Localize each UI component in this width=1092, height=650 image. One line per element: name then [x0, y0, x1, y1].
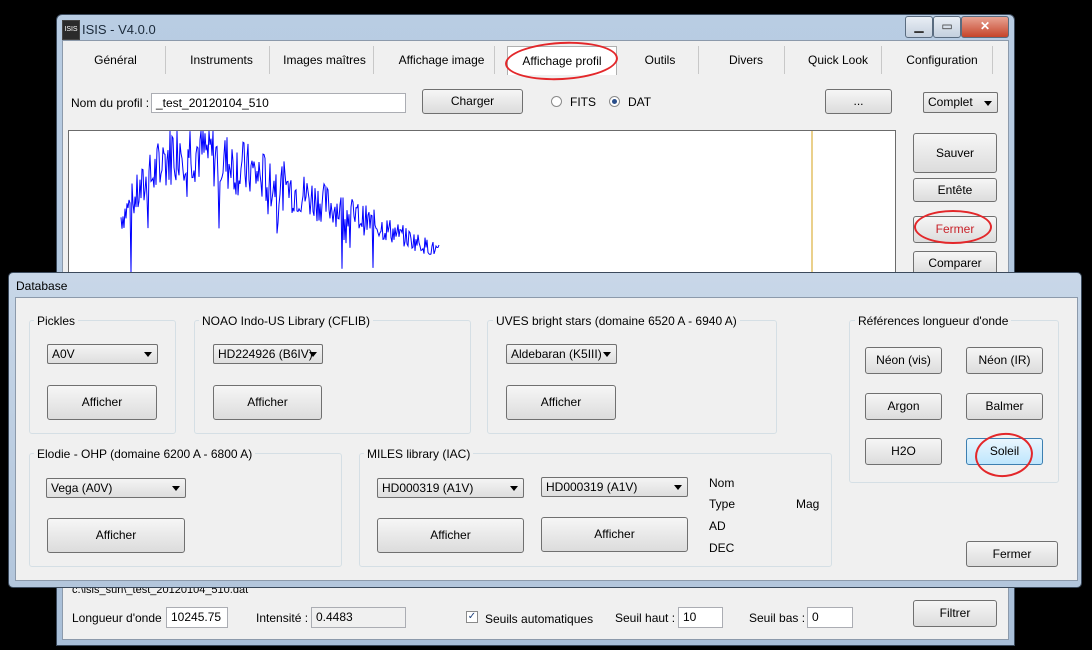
miles-info-name: Nom: [709, 476, 735, 490]
database-close-button[interactable]: Fermer: [966, 541, 1058, 567]
chevron-down-icon: [674, 485, 682, 490]
minimize-button[interactable]: ▁: [905, 16, 933, 38]
low-threshold-label: Seuil bas :: [749, 611, 806, 625]
dat-radio[interactable]: [609, 96, 620, 107]
high-threshold-label: Seuil haut :: [615, 611, 676, 625]
profile-name-label: Nom du profil :: [71, 96, 150, 110]
chevron-down-icon: [510, 486, 518, 491]
high-threshold-field[interactable]: 10: [678, 607, 723, 628]
wavelength-label: Longueur d'onde :: [72, 611, 169, 625]
database-title: Database: [16, 279, 68, 293]
chevron-down-icon: [984, 100, 992, 106]
neon-vis-button[interactable]: Néon (vis): [865, 347, 942, 374]
noao-show-button[interactable]: Afficher: [213, 385, 322, 420]
load-button[interactable]: Charger: [422, 89, 523, 114]
tab-instruments[interactable]: Instruments: [174, 46, 270, 74]
wavelength-refs-title: Références longueur d'onde: [855, 314, 1012, 328]
pickles-select-value: A0V: [52, 347, 75, 361]
low-threshold-field[interactable]: 0: [807, 607, 853, 628]
argon-button[interactable]: Argon: [865, 393, 942, 420]
intensity-field: 0.4483: [311, 607, 406, 628]
miles-info-mag: Mag: [796, 497, 820, 511]
dat-radio-label: DAT: [628, 95, 652, 109]
spectrum-plot[interactable]: [68, 130, 896, 278]
maximize-button[interactable]: ▭: [933, 16, 961, 38]
auto-thresholds-checkbox[interactable]: ✓: [466, 611, 478, 623]
miles-select-2[interactable]: HD000319 (A1V): [541, 477, 688, 497]
uves-select[interactable]: Aldebaran (K5III): [506, 344, 617, 364]
tab-tools[interactable]: Outils: [622, 46, 699, 74]
elodie-select[interactable]: Vega (A0V): [46, 478, 186, 498]
tab-quick-look[interactable]: Quick Look: [795, 46, 882, 74]
miles-info-ra: AD: [709, 519, 726, 533]
save-button[interactable]: Sauver: [913, 133, 997, 173]
annotation-circle-close: [914, 210, 992, 244]
header-button[interactable]: Entête: [913, 178, 997, 202]
pickles-select[interactable]: A0V: [47, 344, 158, 364]
spectrum-svg: [120, 131, 813, 277]
auto-thresholds-label: Seuils automatiques: [485, 612, 594, 626]
spectrum-curve: [120, 131, 440, 274]
miles-show-button-2[interactable]: Afficher: [541, 517, 688, 552]
pickles-show-button[interactable]: Afficher: [47, 385, 157, 420]
window-title: ISIS - V4.0.0: [82, 22, 156, 37]
miles-info-type: Type: [709, 497, 736, 511]
browse-button[interactable]: ...: [825, 89, 892, 114]
fits-radio[interactable]: [551, 96, 562, 107]
noao-group-title: NOAO Indo-US Library (CFLIB): [199, 314, 374, 328]
close-window-button[interactable]: ✕: [961, 16, 1009, 38]
tab-configuration[interactable]: Configuration: [892, 46, 993, 74]
app-logo-icon: ISIS: [62, 20, 80, 40]
miles-select-2-value: HD000319 (A1V): [546, 480, 638, 494]
miles-select-1[interactable]: HD000319 (A1V): [377, 478, 524, 498]
uves-group-title: UVES bright stars (domaine 6520 A - 6940…: [493, 314, 740, 328]
miles-select-1-value: HD000319 (A1V): [382, 481, 474, 495]
fits-radio-label: FITS: [570, 95, 596, 109]
h2o-button[interactable]: H2O: [865, 438, 942, 465]
neon-ir-button[interactable]: Néon (IR): [966, 347, 1043, 374]
intensity-label: Intensité :: [256, 611, 309, 625]
balmer-button[interactable]: Balmer: [966, 393, 1043, 420]
uves-select-value: Aldebaran (K5III): [511, 347, 602, 361]
chevron-down-icon: [603, 352, 611, 357]
display-mode-value: Complet: [928, 95, 973, 109]
elodie-group-title: Elodie - OHP (domaine 6200 A - 6800 A): [34, 447, 256, 461]
elodie-show-button[interactable]: Afficher: [47, 518, 185, 553]
pickles-group-title: Pickles: [34, 314, 79, 328]
miles-show-button-1[interactable]: Afficher: [377, 518, 524, 553]
noao-select[interactable]: HD224926 (B6IV): [213, 344, 323, 364]
miles-group-title: MILES library (IAC): [364, 447, 474, 461]
miles-info-dec: DEC: [709, 541, 735, 555]
wavelength-field[interactable]: 10245.75: [166, 607, 228, 628]
tab-image-display[interactable]: Affichage image: [389, 46, 495, 74]
chevron-down-icon: [172, 486, 180, 491]
tab-general[interactable]: Général: [66, 46, 166, 74]
elodie-select-value: Vega (A0V): [51, 481, 113, 495]
chevron-down-icon: [309, 352, 317, 357]
filter-button[interactable]: Filtrer: [913, 600, 997, 627]
noao-select-value: HD224926 (B6IV): [218, 347, 313, 361]
tab-misc[interactable]: Divers: [708, 46, 785, 74]
tab-master-images[interactable]: Images maîtres: [276, 46, 374, 74]
uves-show-button[interactable]: Afficher: [506, 385, 616, 420]
profile-name-field[interactable]: _test_20120104_510: [151, 93, 406, 113]
display-mode-select[interactable]: Complet: [923, 92, 998, 113]
chevron-down-icon: [144, 352, 152, 357]
